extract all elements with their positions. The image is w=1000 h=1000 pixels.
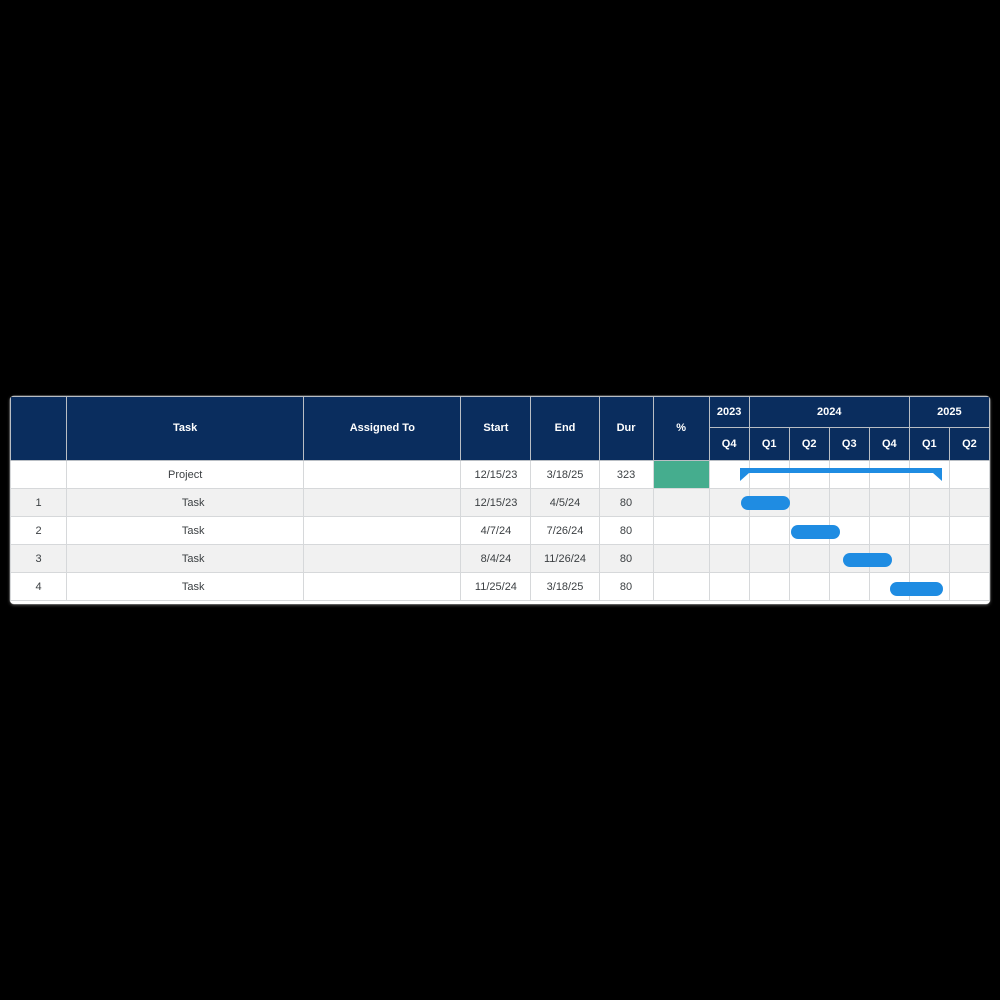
header-end: End [530,396,600,461]
timeline-cell-2024-q2[interactable] [788,516,830,545]
timeline-cell-2025-q2[interactable] [948,488,990,517]
gantt-table-body: Project 12/15/23 3/18/25 323 1 Task 12/15/23 4/… [10,460,990,601]
header-quarter-2024-q2: Q2 [788,427,830,461]
duration-cell[interactable]: 80 [598,572,654,601]
timeline-cell-2024-q3[interactable] [828,460,870,489]
timeline-cell-2024-q4[interactable] [868,488,910,517]
duration-cell[interactable]: 80 [598,516,654,545]
timeline-cell-2023-q4[interactable] [708,516,750,545]
assigned-to-cell[interactable] [303,572,462,601]
task-name-cell[interactable]: Task [66,488,305,517]
timeline-cell-2024-q1[interactable] [748,460,790,489]
end-date-cell[interactable]: 3/18/25 [530,460,600,489]
header-quarter-2024-q3: Q3 [828,427,870,461]
header-year-2024: 2024 [748,396,910,428]
header-quarter-2024-q4: Q4 [868,427,910,461]
timeline-cell-2025-q1[interactable] [908,544,950,573]
percent-complete-cell[interactable] [652,544,710,573]
end-date-cell[interactable]: 4/5/24 [530,488,600,517]
timeline-cell-2024-q4[interactable] [868,572,910,601]
timeline-cell-2024-q1[interactable] [748,544,790,573]
duration-cell[interactable]: 80 [598,544,654,573]
timeline-cell-2024-q4[interactable] [868,544,910,573]
header-quarter-2023-q4: Q4 [708,427,750,461]
task-name-cell[interactable]: Task [66,516,305,545]
gantt-chart-card: Task Assigned To Start End Dur % 2023 20… [10,396,990,604]
timeline-cell-2024-q4[interactable] [868,516,910,545]
assigned-to-cell[interactable] [303,488,462,517]
timeline-cell-2024-q2[interactable] [788,544,830,573]
timeline-cell-2024-q4[interactable] [868,460,910,489]
header-quarter-2024-q1: Q1 [748,427,790,461]
timeline-cell-2023-q4[interactable] [708,572,750,601]
timeline-cell-2023-q4[interactable] [708,544,750,573]
timeline-cell-2025-q1[interactable] [908,516,950,545]
header-assigned-to: Assigned To [303,396,462,461]
header-year-2025: 2025 [908,396,990,428]
assigned-to-cell[interactable] [303,516,462,545]
end-date-cell[interactable]: 3/18/25 [530,572,600,601]
row-number-cell: 3 [10,544,68,573]
end-date-cell[interactable]: 7/26/24 [530,516,600,545]
timeline-cell-2024-q1[interactable] [748,572,790,601]
timeline-cell-2024-q2[interactable] [788,460,830,489]
header-year-2023: 2023 [708,396,750,428]
timeline-cell-2025-q1[interactable] [908,572,950,601]
start-date-cell[interactable]: 8/4/24 [460,544,532,573]
timeline-cell-2024-q3[interactable] [828,572,870,601]
timeline-cell-2023-q4[interactable] [708,488,750,517]
assigned-to-cell[interactable] [303,544,462,573]
header-row-top: Task Assigned To Start End Dur % 2023 20… [10,396,990,461]
percent-complete-cell[interactable] [652,572,710,601]
header-start: Start [460,396,532,461]
percent-complete-cell[interactable] [652,460,710,489]
timeline-cell-2024-q3[interactable] [828,488,870,517]
header-task: Task [66,396,305,461]
timeline-cell-2024-q3[interactable] [828,544,870,573]
start-date-cell[interactable]: 12/15/23 [460,460,532,489]
table-row[interactable]: 1 Task 12/15/23 4/5/24 80 [10,488,990,517]
task-name-cell[interactable]: Task [66,544,305,573]
percent-complete-fill [654,461,709,488]
timeline-cell-2025-q1[interactable] [908,488,950,517]
percent-complete-cell[interactable] [652,516,710,545]
table-row[interactable]: Project 12/15/23 3/18/25 323 [10,460,990,489]
header-percent: % [652,396,710,461]
timeline-cell-2023-q4[interactable] [708,460,750,489]
timeline-cell-2024-q2[interactable] [788,572,830,601]
task-name-cell[interactable]: Task [66,572,305,601]
gantt-table-header: Task Assigned To Start End Dur % 2023 20… [10,396,990,461]
header-quarter-2025-q2: Q2 [948,427,990,461]
start-date-cell[interactable]: 12/15/23 [460,488,532,517]
table-row[interactable]: 2 Task 4/7/24 7/26/24 80 [10,516,990,545]
timeline-cell-2025-q2[interactable] [948,516,990,545]
row-number-cell: 4 [10,572,68,601]
header-rownum [10,396,68,461]
end-date-cell[interactable]: 11/26/24 [530,544,600,573]
row-number-cell: 2 [10,516,68,545]
assigned-to-cell[interactable] [303,460,462,489]
timeline-cell-2025-q2[interactable] [948,460,990,489]
timeline-cell-2024-q3[interactable] [828,516,870,545]
duration-cell[interactable]: 80 [598,488,654,517]
timeline-cell-2025-q2[interactable] [948,544,990,573]
row-number-cell: 1 [10,488,68,517]
duration-cell[interactable]: 323 [598,460,654,489]
start-date-cell[interactable]: 11/25/24 [460,572,532,601]
task-name-cell[interactable]: Project [66,460,305,489]
timeline-cell-2025-q1[interactable] [908,460,950,489]
screenshot-canvas: Task Assigned To Start End Dur % 2023 20… [0,0,1000,1000]
header-duration: Dur [598,396,654,461]
percent-complete-cell[interactable] [652,488,710,517]
timeline-cell-2024-q1[interactable] [748,516,790,545]
timeline-cell-2025-q2[interactable] [948,572,990,601]
timeline-cell-2024-q1[interactable] [748,488,790,517]
header-quarter-2025-q1: Q1 [908,427,950,461]
row-number-cell [10,460,68,489]
gantt-table: Task Assigned To Start End Dur % 2023 20… [10,396,990,601]
table-row[interactable]: 4 Task 11/25/24 3/18/25 80 [10,572,990,601]
table-row[interactable]: 3 Task 8/4/24 11/26/24 80 [10,544,990,573]
timeline-cell-2024-q2[interactable] [788,488,830,517]
start-date-cell[interactable]: 4/7/24 [460,516,532,545]
